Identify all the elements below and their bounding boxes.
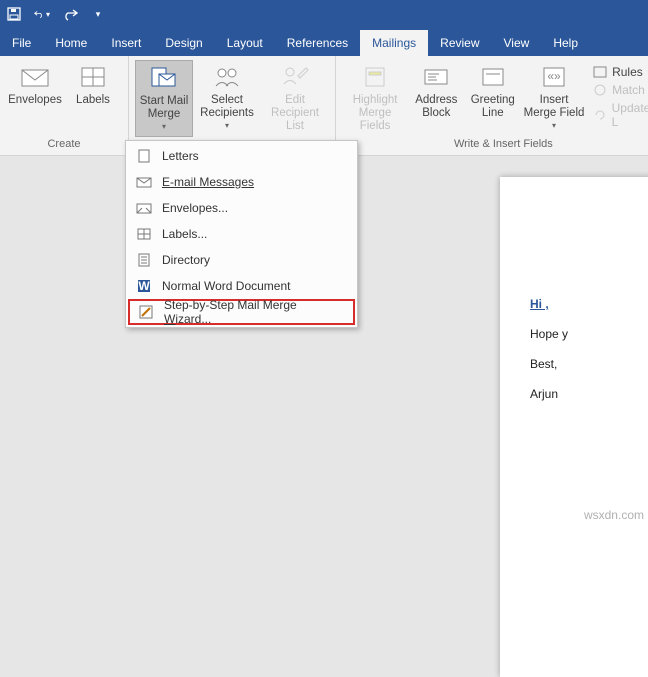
rules-icon (593, 65, 607, 79)
labels-label: Labels (76, 94, 110, 107)
wizard-icon (138, 304, 154, 320)
labels-icon (136, 226, 152, 242)
letter-icon (136, 148, 152, 164)
match-fields-button[interactable]: Match Fi (591, 82, 648, 98)
doc-line-hope: Hope y (530, 327, 648, 341)
rules-button[interactable]: Rules ▾ (591, 64, 648, 80)
edit-recipient-button[interactable]: Edit Recipient List (261, 60, 329, 138)
group-create-label: Create (47, 138, 80, 153)
email-icon (136, 174, 152, 190)
highlight-fields-button[interactable]: Highlight Merge Fields (342, 60, 408, 138)
tab-file[interactable]: File (0, 30, 43, 56)
match-icon (593, 83, 607, 97)
select-recipients-button[interactable]: Select Recipients ▾ (193, 60, 261, 135)
labels-button[interactable]: Labels (64, 60, 122, 111)
menu-labels[interactable]: Labels... (128, 221, 355, 247)
ribbon-tabs: File Home Insert Design Layout Reference… (0, 28, 648, 56)
menu-wizard[interactable]: Step-by-Step Mail Merge Wizard... (128, 299, 355, 325)
dropdown-icon: ▾ (162, 122, 166, 131)
word-icon: W (136, 278, 152, 294)
tab-insert[interactable]: Insert (99, 30, 153, 56)
mail-merge-icon (149, 65, 179, 91)
select-recipients-label: Select Recipients (195, 94, 259, 120)
undo-icon[interactable]: ▾ (34, 6, 50, 22)
doc-line-best: Best, (530, 357, 648, 371)
menu-email[interactable]: E-mail Messages (128, 169, 355, 195)
document-page[interactable]: Hi , Hope y Best, Arjun (500, 177, 648, 677)
start-mail-merge-button[interactable]: Start Mail Merge ▾ (135, 60, 193, 137)
tab-help[interactable]: Help (541, 30, 590, 56)
qat-customize-icon[interactable]: ▾ (90, 6, 106, 22)
group-write-insert: Highlight Merge Fields Address Block Gre… (336, 56, 648, 155)
update-labels-button[interactable]: Update L (591, 100, 648, 130)
envelope-icon (136, 200, 152, 216)
update-icon (593, 108, 607, 122)
edit-list-icon (280, 64, 310, 90)
watermark: wsxdn.com (584, 508, 644, 522)
dropdown-icon: ▾ (552, 121, 556, 130)
edit-recipient-label: Edit Recipient List (263, 94, 327, 134)
menu-normal-doc[interactable]: W Normal Word Document (128, 273, 355, 299)
svg-text:«»: «» (547, 69, 561, 83)
save-icon[interactable] (6, 6, 22, 22)
labels-icon (78, 64, 108, 90)
group-create: Envelopes Labels Create (0, 56, 129, 155)
highlight-label: Highlight Merge Fields (344, 94, 406, 134)
tab-view[interactable]: View (492, 30, 542, 56)
highlight-icon (360, 64, 390, 90)
group-write-label: Write & Insert Fields (454, 138, 553, 153)
tab-home[interactable]: Home (43, 30, 99, 56)
tab-mailings[interactable]: Mailings (360, 30, 428, 56)
rules-column: Rules ▾ Match Fi Update L (587, 60, 648, 134)
menu-directory[interactable]: Directory (128, 247, 355, 273)
address-label: Address Block (410, 94, 462, 120)
directory-icon (136, 252, 152, 268)
tab-review[interactable]: Review (428, 30, 491, 56)
menu-letters[interactable]: Letters (128, 143, 355, 169)
tab-layout[interactable]: Layout (215, 30, 275, 56)
envelopes-button[interactable]: Envelopes (6, 60, 64, 111)
start-mail-merge-label: Start Mail Merge (138, 95, 190, 121)
tab-design[interactable]: Design (153, 30, 214, 56)
envelope-icon (20, 64, 50, 90)
greeting-icon (478, 64, 508, 90)
greeting-line-button[interactable]: Greeting Line (465, 60, 521, 124)
tab-references[interactable]: References (275, 30, 360, 56)
doc-greeting: Hi , (530, 297, 549, 311)
envelopes-label: Envelopes (8, 94, 62, 107)
svg-text:W: W (138, 279, 150, 293)
start-mail-merge-menu: Letters E-mail Messages Envelopes... Lab… (125, 140, 358, 328)
menu-envelopes[interactable]: Envelopes... (128, 195, 355, 221)
insert-field-icon: «» (539, 64, 569, 90)
greeting-label: Greeting Line (467, 94, 519, 120)
dropdown-icon: ▾ (225, 121, 229, 130)
address-icon (421, 64, 451, 90)
redo-icon[interactable] (62, 6, 78, 22)
recipients-icon (212, 64, 242, 90)
address-block-button[interactable]: Address Block (408, 60, 464, 124)
doc-line-name: Arjun (530, 387, 648, 401)
insert-merge-field-button[interactable]: «» Insert Merge Field ▾ (521, 60, 587, 135)
insert-field-label: Insert Merge Field (523, 94, 585, 120)
quick-access-toolbar: ▾ ▾ (0, 0, 648, 28)
